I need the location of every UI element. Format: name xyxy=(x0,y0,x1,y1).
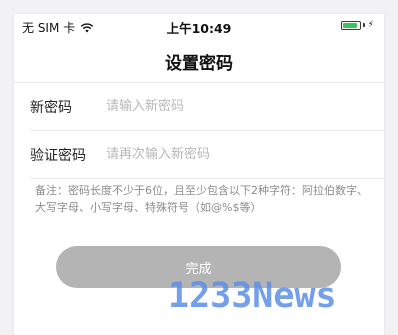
confirm-password-row: 验证密码 xyxy=(14,131,384,179)
confirm-password-input[interactable] xyxy=(106,141,366,167)
battery-body xyxy=(340,20,361,30)
page-title: 设置密码 xyxy=(165,54,233,74)
confirm-password-label: 验证密码 xyxy=(30,148,86,164)
new-password-label: 新密码 xyxy=(30,100,72,116)
battery-level xyxy=(342,22,358,28)
navigation-bar: 设置密码 xyxy=(14,36,384,83)
status-time: 上午10:49 xyxy=(166,21,232,36)
field-divider xyxy=(30,178,384,179)
watermark-logo: 1233News xyxy=(168,276,337,316)
battery-cap xyxy=(362,23,365,27)
new-password-row: 新密码 xyxy=(14,83,384,131)
status-bar: 无 SIM 卡 上午10:49 ⚡ xyxy=(14,14,384,36)
new-password-input[interactable] xyxy=(106,93,366,119)
battery-icon: ⚡ xyxy=(340,20,374,30)
charging-bolt-icon: ⚡ xyxy=(367,20,374,30)
password-hint: 备注：密码长度不少于6位，且至少包含以下2种字符：阿拉伯数字、大写字母、小写字母… xyxy=(35,184,368,214)
